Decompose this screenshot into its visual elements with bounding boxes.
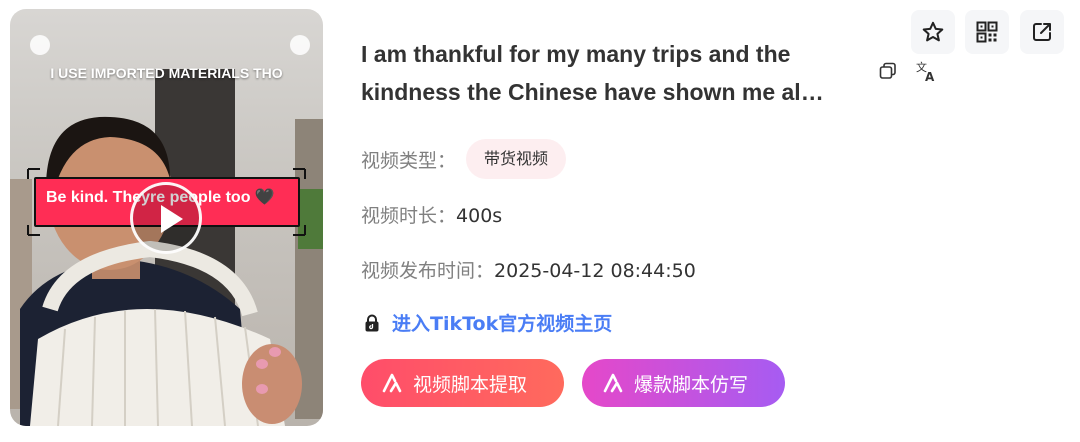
- copy-icon[interactable]: [878, 61, 898, 81]
- video-type-row: 视频类型： 带货视频: [361, 139, 567, 179]
- extract-script-button[interactable]: 视频脚本提取: [361, 359, 564, 407]
- extract-script-label: 视频脚本提取: [413, 373, 528, 396]
- external-link-icon: [1033, 23, 1051, 41]
- ai-logo-icon: [382, 373, 402, 393]
- qrcode-icon: [976, 21, 998, 43]
- video-publish-row: 视频发布时间：2025-04-12 08:44:50: [361, 256, 696, 283]
- svg-text:A: A: [925, 70, 935, 83]
- video-type-label: 视频类型：: [361, 149, 457, 172]
- open-external-button[interactable]: [1020, 10, 1064, 54]
- favorite-button[interactable]: [911, 10, 955, 54]
- video-publish-label: 视频发布时间：: [361, 260, 495, 282]
- imitate-script-label: 爆款脚本仿写: [634, 373, 749, 396]
- tiktok-official-link[interactable]: 进入TikTok官方视频主页: [364, 309, 612, 336]
- thumbnail-caption-top: I USE IMPORTED MATERIALS THO: [50, 65, 283, 81]
- video-type-badge: 带货视频: [466, 139, 567, 179]
- tiktok-link-label: 进入TikTok官方视频主页: [392, 313, 613, 335]
- qrcode-button[interactable]: [965, 10, 1009, 54]
- video-thumbnail[interactable]: I USE IMPORTED MATERIALS THO Be kind. Th…: [10, 9, 323, 426]
- video-duration-label: 视频时长：: [361, 205, 457, 227]
- ai-logo-icon: [603, 373, 623, 393]
- video-publish-value: 2025-04-12 08:44:50: [494, 260, 696, 282]
- tiktok-lock-icon: [365, 314, 379, 331]
- translate-icon[interactable]: 文 A: [915, 59, 939, 83]
- video-title: I am thankful for my many trips and the …: [361, 41, 824, 105]
- video-duration-value: 400s: [456, 205, 503, 227]
- play-icon[interactable]: [130, 182, 202, 254]
- video-duration-row: 视频时长：400s: [361, 201, 502, 228]
- imitate-script-button[interactable]: 爆款脚本仿写: [582, 359, 785, 407]
- star-icon: [922, 21, 944, 42]
